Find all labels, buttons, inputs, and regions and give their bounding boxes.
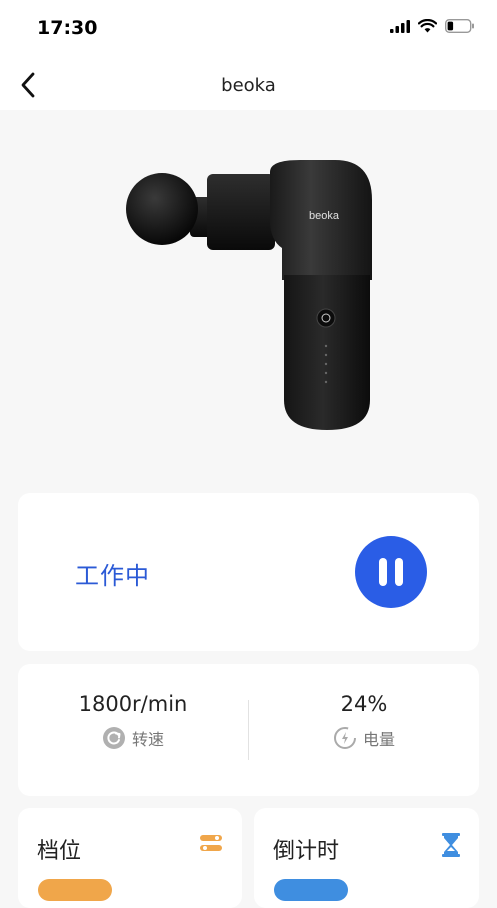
gear-title: 档位: [37, 839, 82, 864]
timer-pill[interactable]: [274, 879, 348, 901]
status-time: 17:30: [37, 17, 98, 39]
page-title: beoka: [221, 75, 276, 96]
stats-card: 1800r/min 转速 24% 电量: [18, 664, 479, 796]
pause-icon: [379, 558, 387, 586]
device-image: beoka: [0, 110, 497, 480]
hourglass-icon: [442, 833, 460, 857]
wifi-icon: [418, 19, 437, 33]
gear-level-icon: [200, 835, 222, 851]
rotate-icon: [102, 727, 125, 749]
work-status-label: 工作中: [75, 562, 150, 590]
battery-icon: [445, 19, 474, 33]
massage-gun-illustration: beoka: [126, 160, 372, 430]
speed-label: 转速: [131, 730, 164, 749]
status-icons: [390, 19, 475, 33]
timer-card[interactable]: 倒计时: [254, 808, 479, 908]
speed-stat: 1800r/min 转速: [18, 692, 248, 750]
battery-stat: 24% 电量: [249, 692, 479, 750]
work-status-card: 工作中: [18, 493, 479, 651]
battery-value: 24%: [340, 692, 388, 716]
pause-button[interactable]: [355, 536, 427, 608]
gear-card[interactable]: 档位: [18, 808, 242, 908]
battery-label: 电量: [362, 730, 395, 749]
speed-value: 1800r/min: [78, 692, 188, 716]
status-bar: 17:30: [0, 0, 497, 60]
battery-charge-icon: [333, 727, 356, 749]
signal-icon: [390, 19, 410, 33]
timer-title: 倒计时: [273, 839, 340, 864]
nav-bar: beoka: [0, 60, 497, 110]
gear-pill[interactable]: [38, 879, 112, 901]
device-brand-text: beoka: [309, 210, 340, 222]
